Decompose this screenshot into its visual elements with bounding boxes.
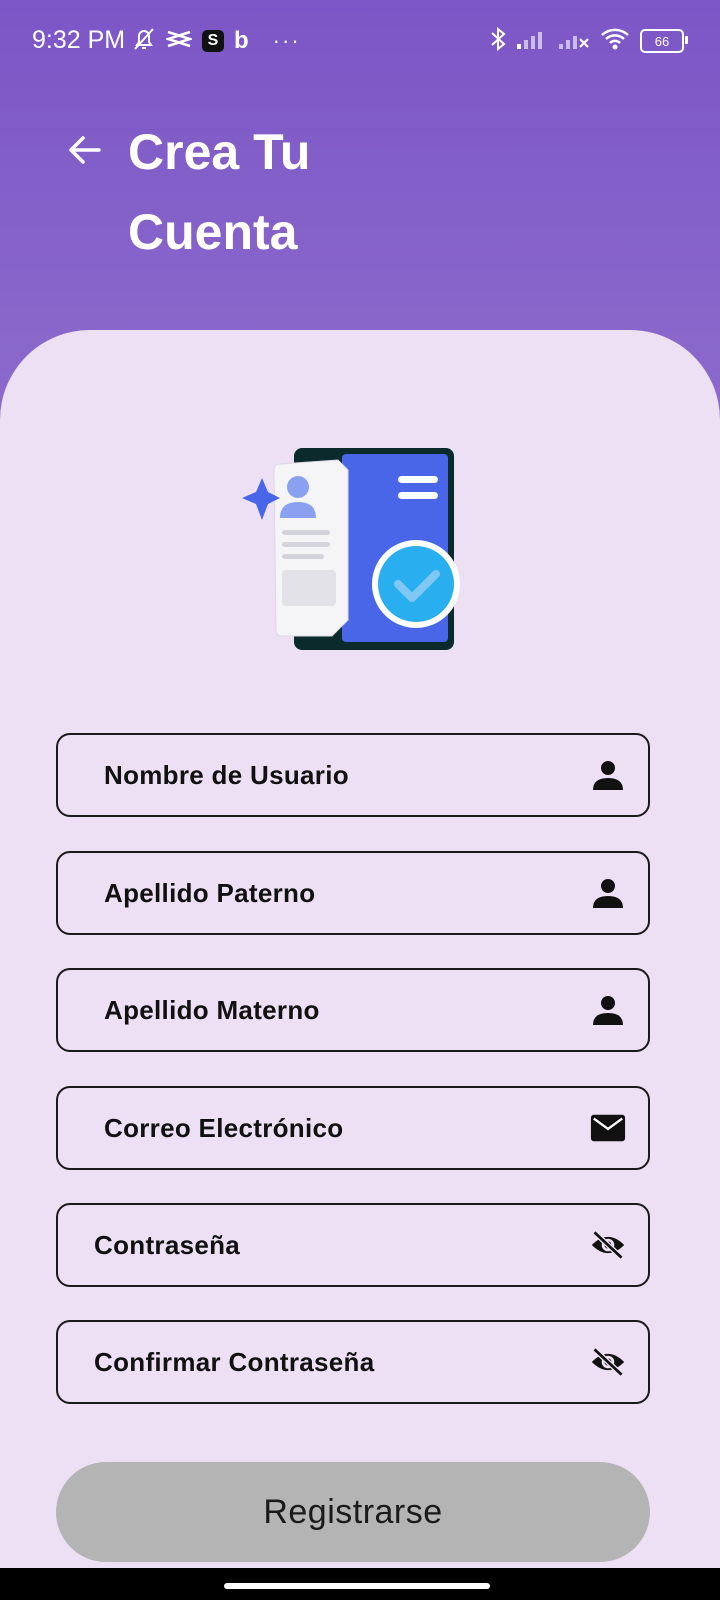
signal-off-icon bbox=[558, 28, 590, 55]
status-bar: 9:32 PM S b ··· 66 bbox=[0, 0, 720, 82]
eye-off-icon[interactable] bbox=[590, 1227, 626, 1263]
status-left-icons: S b ··· bbox=[132, 24, 301, 58]
maternal-surname-field[interactable]: Apellido Materno bbox=[56, 968, 650, 1052]
battery-icon: 66 bbox=[640, 29, 688, 53]
more-dots-icon: ··· bbox=[272, 28, 301, 53]
page-title: Crea Tu Cuenta bbox=[128, 124, 311, 260]
register-button[interactable]: Registrarse bbox=[56, 1462, 650, 1562]
person-icon bbox=[590, 992, 626, 1028]
home-indicator[interactable] bbox=[224, 1583, 490, 1589]
capcut-icon bbox=[163, 28, 195, 55]
username-label: Nombre de Usuario bbox=[104, 760, 349, 790]
person-icon bbox=[590, 875, 626, 911]
email-label: Correo Electrónico bbox=[104, 1113, 344, 1143]
wifi-icon bbox=[600, 27, 630, 56]
person-icon bbox=[590, 757, 626, 793]
status-right-icons: 66 bbox=[490, 24, 688, 58]
back-button[interactable] bbox=[64, 130, 104, 170]
mail-icon bbox=[590, 1110, 626, 1146]
password-label: Contraseña bbox=[94, 1230, 241, 1260]
s-app-icon: S bbox=[202, 30, 224, 52]
maternal-surname-label: Apellido Materno bbox=[104, 995, 320, 1025]
email-field[interactable]: Correo Electrónico bbox=[56, 1086, 650, 1170]
bell-off-icon bbox=[132, 26, 156, 57]
username-field[interactable]: Nombre de Usuario bbox=[56, 733, 650, 817]
status-time: 9:32 PM bbox=[32, 26, 126, 54]
confirm-password-label: Confirmar Contraseña bbox=[94, 1347, 375, 1377]
arrow-left-icon bbox=[69, 136, 101, 164]
password-field[interactable]: Contraseña bbox=[56, 1203, 650, 1287]
signal-icon bbox=[516, 28, 548, 55]
bing-icon: b bbox=[234, 27, 249, 54]
paternal-surname-label: Apellido Paterno bbox=[104, 878, 316, 908]
eye-off-icon[interactable] bbox=[590, 1344, 626, 1380]
paternal-surname-field[interactable]: Apellido Paterno bbox=[56, 851, 650, 935]
account-illustration bbox=[242, 448, 460, 650]
confirm-password-field[interactable]: Confirmar Contraseña bbox=[56, 1320, 650, 1404]
bluetooth-icon bbox=[490, 26, 506, 57]
